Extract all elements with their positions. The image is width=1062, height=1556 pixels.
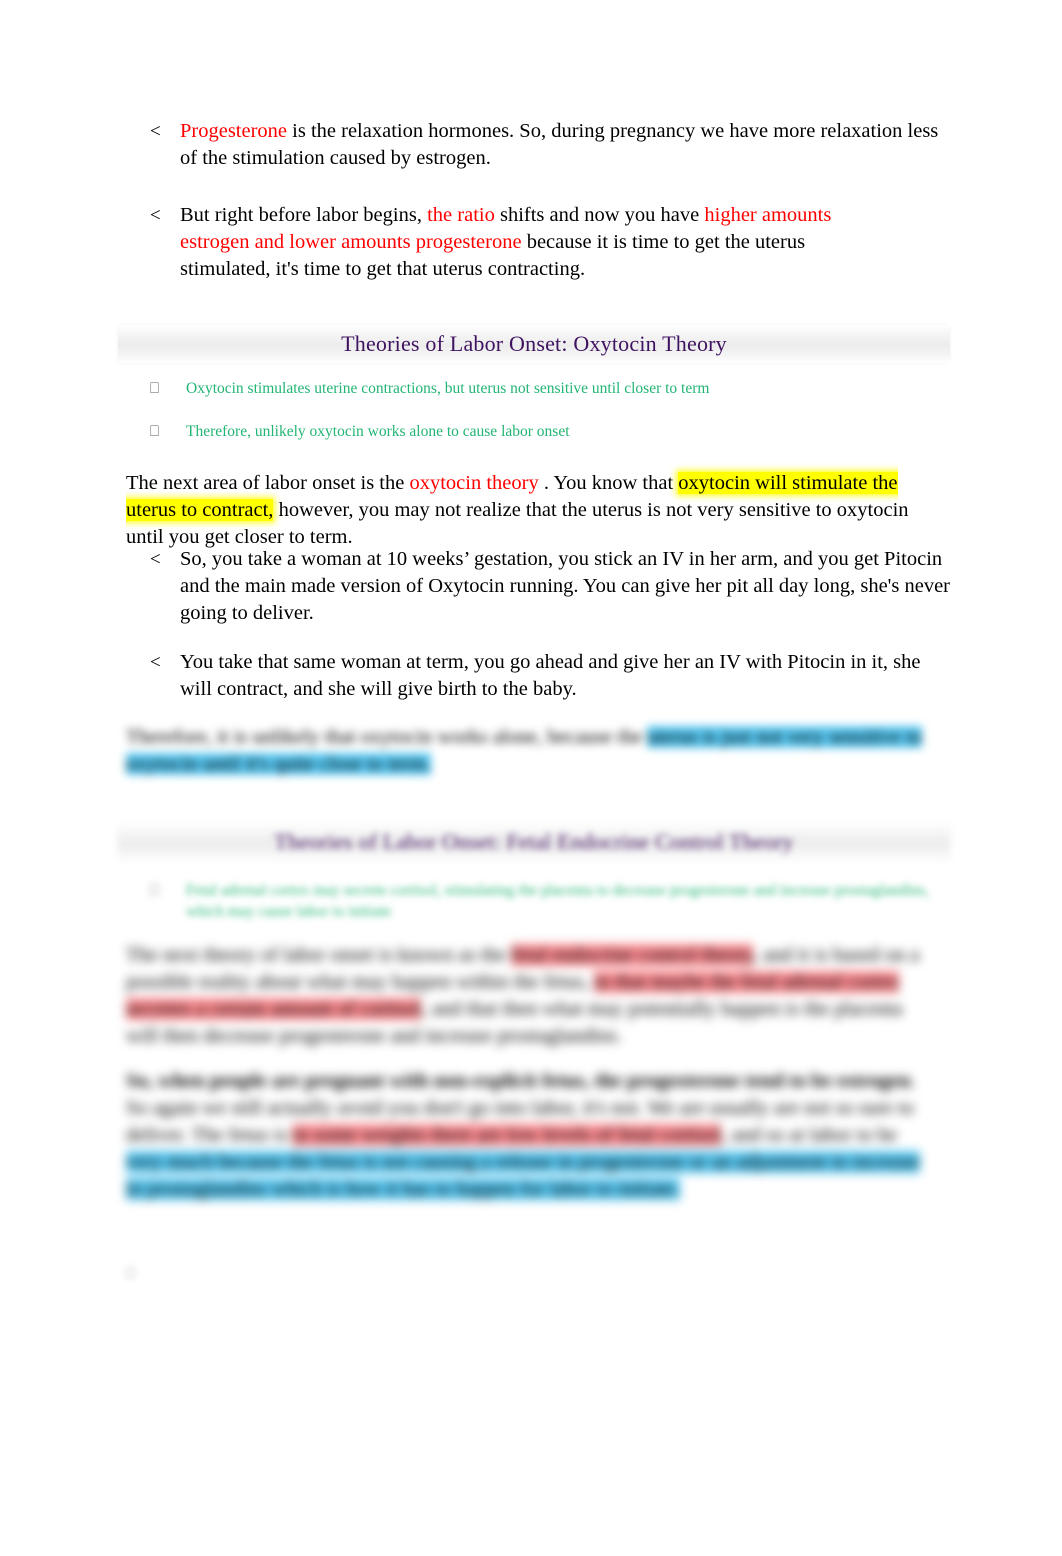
bullet-pitocin-term: < You take that same woman at term, you … <box>150 649 950 703</box>
conclusion-text: Therefore, it is unlikely that oxytocin … <box>126 726 643 748</box>
list-item: ⎕ Therefore, unlikely oxytocin works alo… <box>150 421 950 442</box>
slide-bullets-oxytocin: ⎕ Oxytocin stimulates uterine contractio… <box>150 378 950 442</box>
bullet-pitocin-preterm: < So, you take a woman at 10 weeks’ gest… <box>150 546 950 627</box>
section-banner-oxytocin: Theories of Labor Onset: Oxytocin Theory <box>118 325 950 363</box>
highlight-low-fetal-cortisol: in some weights there are low levels of … <box>292 1124 722 1146</box>
progesterone-body-text: is the relaxation hormones. So, during p… <box>180 120 939 169</box>
fetal2-bold-lead: So, when people are pregnant with non-ex… <box>126 1070 911 1092</box>
tofu-bullet-icon: ⎕ <box>150 379 160 397</box>
bullet-text: So, you take a woman at 10 weeks’ gestat… <box>180 548 951 624</box>
tofu-bullet-icon: ⎕ <box>150 422 160 440</box>
fetal2-text-2: , and so at labor to be <box>721 1124 898 1146</box>
banner-title-oxytocin: Theories of Labor Onset: Oxytocin Theory <box>341 331 727 356</box>
highlight-fetal-endocrine-control-theory: fetal endocrine control theory <box>510 944 753 966</box>
fetal-text-1: The next theory of labor onset is known … <box>126 944 511 966</box>
bullets-pitocin-examples: < So, you take a woman at 10 weeks’ gest… <box>150 546 950 703</box>
slide-bullets-fetal-endocrine: ⎕ Fetal adrenal cortex may secrete corti… <box>150 880 950 922</box>
paragraph-fetal-endocrine-blurred: The next theory of labor onset is known … <box>126 942 936 1050</box>
bullet-marker: < <box>150 652 161 673</box>
list-item-label: Fetal adrenal cortex may secrete cortiso… <box>186 882 929 920</box>
paragraph-fetal-cortisol-blurred: So, when people are pregnant with non-ex… <box>126 1068 936 1203</box>
bullet-progesterone: < Progesterone is the relaxation hormone… <box>150 118 940 172</box>
highlight-prostaglandin-cyan: very much because the fetus is not causi… <box>126 1151 920 1200</box>
bullet-marker: < <box>150 549 161 570</box>
bullet-text: But right before labor begins, the ratio… <box>180 202 890 283</box>
list-item: ⎕ Oxytocin stimulates uterine contractio… <box>150 378 950 399</box>
emphasis-oxytocin-theory: oxytocin theory <box>409 472 544 494</box>
oxytocin-text-2: . You know that <box>543 472 679 494</box>
ratio-text-2: shifts and now you have <box>494 204 705 226</box>
bullet-hormone-ratio: < But right before labor begins, the rat… <box>150 202 890 283</box>
oxytocin-text-1: The next area of labor onset is the <box>126 472 410 494</box>
bullet-marker: < <box>150 121 161 142</box>
ratio-text-1: But right before labor begins, <box>180 204 428 226</box>
bullet-text: You take that same woman at term, you go… <box>180 651 921 700</box>
tofu-bullet-icon: ⎕ <box>150 881 160 899</box>
document-page: < Progesterone is the relaxation hormone… <box>0 0 1062 1556</box>
list-item-label: Oxytocin stimulates uterine contractions… <box>186 380 710 397</box>
emphasis-the-ratio: the ratio <box>427 204 495 226</box>
emphasis-progesterone: Progesterone <box>180 120 288 142</box>
list-item: ⎕ Fetal adrenal cortex may secrete corti… <box>150 880 950 922</box>
paragraph-oxytocin-theory: The next area of labor onset is the oxyt… <box>126 470 926 551</box>
bullet-marker: < <box>150 205 161 226</box>
banner-title-fetal-endocrine: Theories of Labor Onset: Fetal Endocrine… <box>274 829 794 854</box>
paragraph-oxytocin-conclusion-blurred: Therefore, it is unlikely that oxytocin … <box>126 724 956 778</box>
list-item-label: Therefore, unlikely oxytocin works alone… <box>186 423 570 440</box>
section-banner-fetal-endocrine: Theories of Labor Onset: Fetal Endocrine… <box>118 823 950 861</box>
stray-tofu-glyph: ⎕ <box>126 1264 136 1282</box>
bullet-text: Progesterone is the relaxation hormones.… <box>180 118 940 172</box>
